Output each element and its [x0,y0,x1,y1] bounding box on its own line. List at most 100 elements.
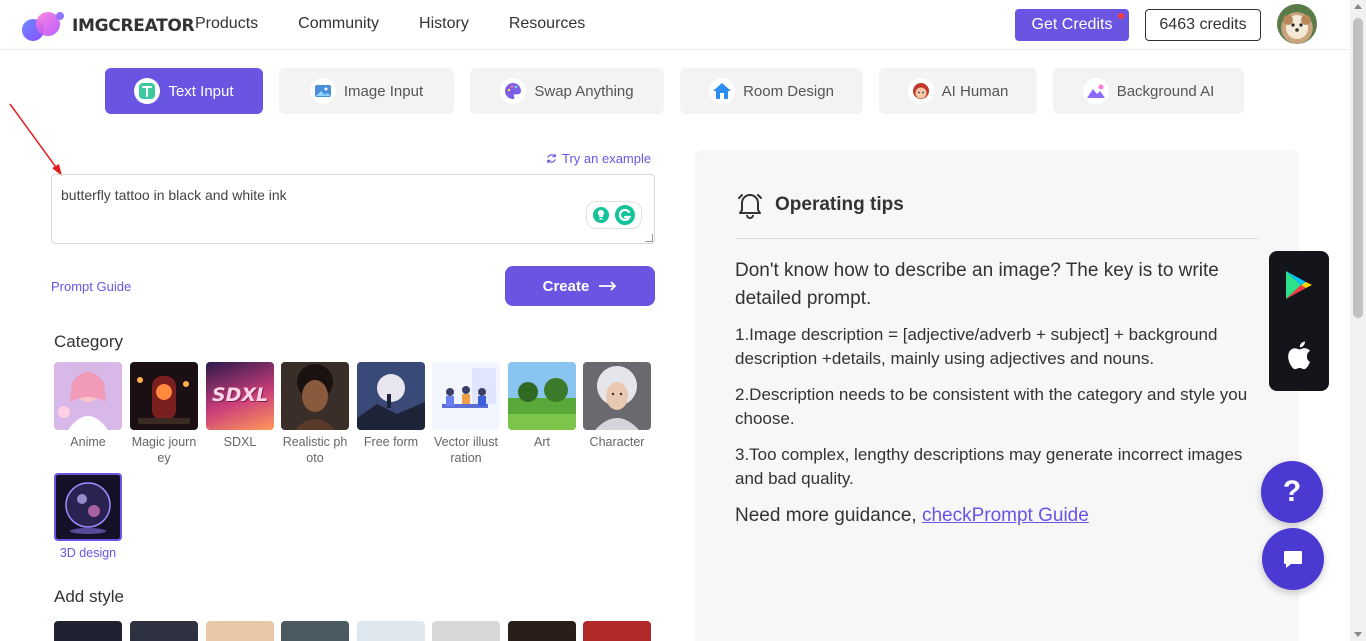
scroll-down-arrow-icon[interactable] [1354,632,1362,637]
tab-label: Room Design [743,82,834,100]
style-thumbnail[interactable] [583,621,651,641]
google-play-icon[interactable] [1283,269,1315,301]
category-thumbnail [130,362,198,430]
chat-bubble-icon [1284,551,1302,568]
image-input-icon [309,78,336,104]
nav-products[interactable]: Products [195,15,258,33]
tab-room-design[interactable]: Room Design [680,68,863,114]
tab-label: Background AI [1116,82,1215,100]
category-sdxl[interactable]: SDXL SDXL [206,362,274,450]
logo-icon [20,10,66,42]
style-thumbnail[interactable] [130,621,198,641]
lightbulb-icon [593,207,609,223]
scroll-up-arrow-icon[interactable] [1354,4,1362,9]
help-button[interactable]: ? [1261,461,1323,523]
tab-label: Image Input [343,82,424,100]
alarm-bell-icon [738,194,762,219]
tab-label: Text Input [168,82,234,100]
prompt-textarea[interactable]: butterfly tattoo in black and white ink [51,174,655,244]
main-nav: Products Community History Resources [195,15,625,33]
tips-point-3: 3.Too complex, lengthy descriptions may … [735,445,1243,488]
face-icon [907,78,934,104]
category-label: Vector illustration [434,435,498,465]
category-anime[interactable]: Anime [54,362,122,450]
tab-ai-human[interactable]: AI Human [879,68,1037,114]
create-label: Create [542,277,590,295]
category-3d-design[interactable]: 3D design [54,473,122,561]
user-avatar[interactable] [1277,4,1317,44]
palette-icon [500,78,527,104]
category-realistic-photo[interactable]: Realistic photo [281,362,349,466]
app-download-panel [1269,251,1329,391]
logo[interactable]: IMGCREATOR [20,10,195,42]
tab-label: AI Human [941,82,1009,100]
try-example-label: Try an example [562,151,652,166]
mountain-icon [1082,78,1109,104]
category-title: Category [54,332,123,351]
check-prompt-guide-link[interactable]: checkPrompt Guide [922,505,1089,526]
tab-image-input[interactable]: Image Input [279,68,454,114]
grammarly-widget[interactable] [586,201,642,229]
arrow-right-icon [599,281,617,291]
category-thumbnail [281,362,349,430]
category-free-form[interactable]: Free form [357,362,425,450]
scroll-thumb[interactable] [1353,18,1363,318]
tips-point-2: 2.Description needs to be consistent wit… [735,385,1248,428]
grammarly-icon [615,205,635,225]
tips-header: Operating tips [735,190,904,220]
add-style-title: Add style [54,587,124,606]
category-label: Character [589,435,645,449]
category-label: 3D design [59,546,117,560]
category-label: Magic journey [131,435,197,465]
resize-handle[interactable] [645,234,653,242]
try-example-link[interactable]: Try an example [546,151,651,166]
tab-label: Swap Anything [534,82,634,100]
tab-text-input[interactable]: Text Input [105,68,263,114]
category-label: Realistic photo [282,435,348,465]
category-thumbnail [54,362,122,430]
sdxl-thumb-text: SDXL [212,384,269,406]
tips-lead: Don't know how to describe an image? The… [735,260,1219,309]
category-art[interactable]: Art [508,362,576,450]
get-credits-button[interactable]: Get Credits [1015,9,1129,41]
category-label: Anime [70,435,106,449]
credits-balance[interactable]: 6463 credits [1145,9,1261,41]
category-thumbnail: SDXL [206,362,274,430]
category-thumbnail [54,473,122,541]
prompt-value: butterfly tattoo in black and white ink [61,187,287,203]
top-header: IMGCREATOR Products Community History Re… [0,0,1350,50]
category-thumbnail [508,362,576,430]
style-thumbnail[interactable] [206,621,274,641]
page-scrollbar[interactable] [1350,0,1366,641]
category-label: SDXL [223,435,257,449]
style-thumbnail[interactable] [508,621,576,641]
nav-resources[interactable]: Resources [509,15,585,33]
style-thumbnail[interactable] [281,621,349,641]
nav-community[interactable]: Community [298,15,379,33]
category-character[interactable]: Character [583,362,651,450]
text-input-icon [134,78,161,104]
category-thumbnail [357,362,425,430]
category-magic-journey[interactable]: Magic journey [130,362,198,466]
tab-background-ai[interactable]: Background AI [1053,68,1244,114]
category-thumbnail [432,362,500,430]
house-icon [709,78,736,104]
refresh-icon [547,153,556,164]
category-label: Art [534,435,550,449]
tab-swap-anything[interactable]: Swap Anything [470,68,664,114]
get-credits-label: Get Credits [1031,16,1113,33]
chat-button[interactable] [1262,528,1324,590]
style-thumbnail[interactable] [54,621,122,641]
nav-history[interactable]: History [419,15,469,33]
prompt-guide-link[interactable]: Prompt Guide [51,279,131,294]
style-thumbnail[interactable] [357,621,425,641]
create-button[interactable]: Create [505,266,655,306]
style-thumbnail[interactable] [432,621,500,641]
tips-point-1: 1.Image description = [adjective/adverb … [735,325,1218,368]
apple-icon[interactable] [1283,339,1315,371]
tips-more-guidance: Need more guidance, checkPrompt Guide [735,505,1089,527]
notification-dot [1118,13,1124,19]
annotation-arrow-icon [9,103,62,176]
tips-more-prefix: Need more guidance, [735,505,922,526]
category-vector-illustration[interactable]: Vector illustration [432,362,500,466]
